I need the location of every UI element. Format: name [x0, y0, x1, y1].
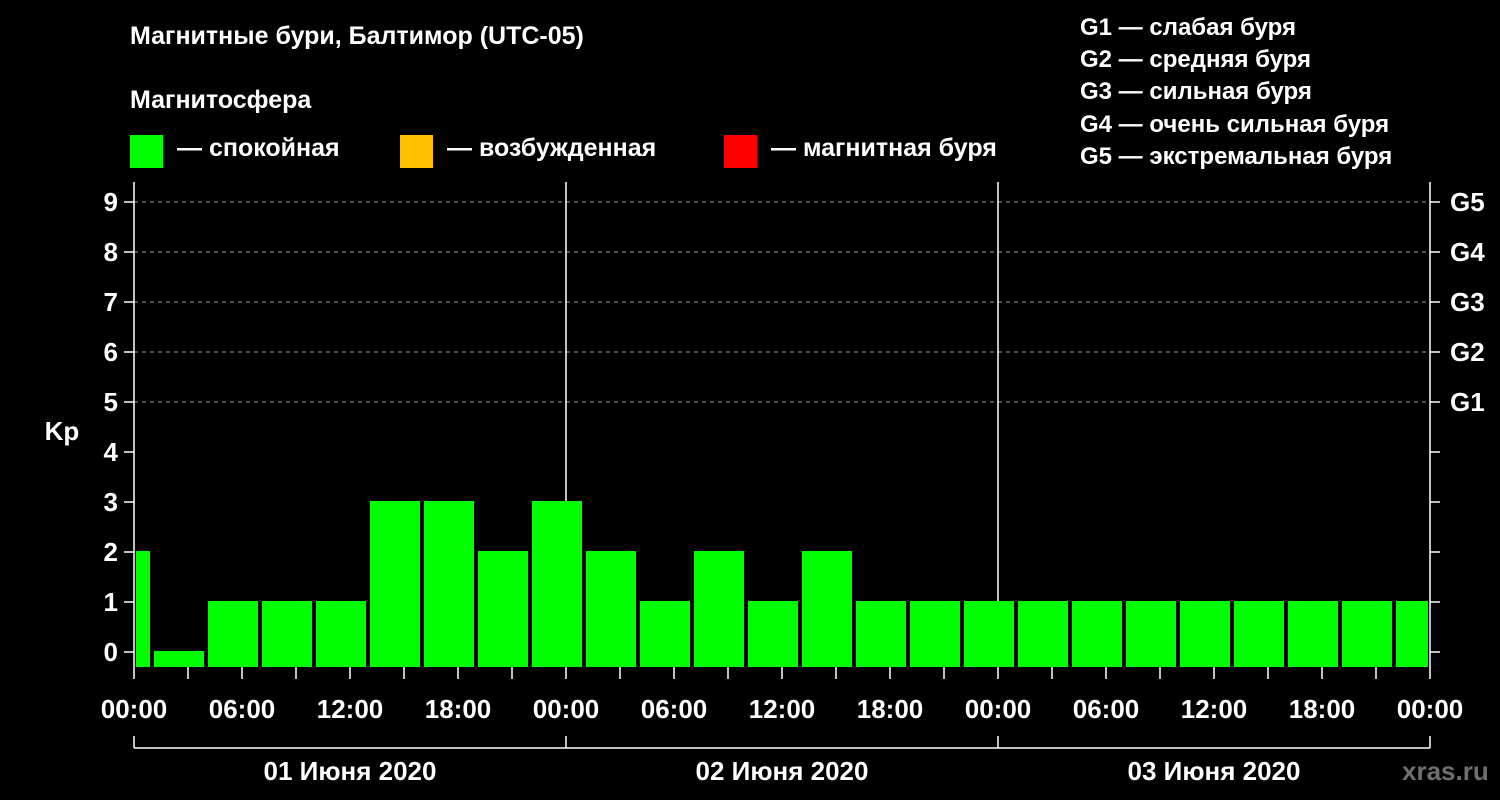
g-scale-label: G2	[1450, 337, 1485, 367]
kp-bar	[1126, 601, 1176, 667]
x-tick-label: 18:00	[857, 694, 924, 724]
y-tick-label: 0	[104, 637, 118, 667]
g-scale-label: G5	[1450, 187, 1485, 217]
g-scale-label: G4	[1450, 237, 1485, 267]
kp-bar	[640, 601, 690, 667]
y-tick-label: 2	[104, 537, 118, 567]
kp-bar	[208, 601, 258, 667]
x-tick-label: 12:00	[749, 694, 816, 724]
kp-bar	[1234, 601, 1284, 667]
y-tick-label: 6	[104, 337, 118, 367]
x-tick-label: 00:00	[101, 694, 168, 724]
kp-bar	[910, 601, 960, 667]
g-scale-label: G1	[1450, 387, 1485, 417]
kp-bar	[1288, 601, 1338, 667]
watermark: xras.ru	[1402, 756, 1489, 786]
kp-bar	[1072, 601, 1122, 667]
x-tick-label: 12:00	[1181, 694, 1248, 724]
kp-bar	[316, 601, 366, 667]
kp-bar	[694, 551, 744, 667]
kp-bar	[856, 601, 906, 667]
y-axis-label: Kp	[45, 416, 80, 446]
x-tick-label: 06:00	[641, 694, 708, 724]
x-tick-label: 06:00	[209, 694, 276, 724]
kp-bar	[1396, 601, 1428, 667]
y-tick-label: 9	[104, 187, 118, 217]
kp-bar	[1180, 601, 1230, 667]
x-tick-label: 00:00	[965, 694, 1032, 724]
kp-bar	[262, 601, 312, 667]
y-tick-label: 4	[104, 437, 119, 467]
kp-bar	[154, 651, 204, 667]
y-tick-label: 3	[104, 487, 118, 517]
y-tick-label: 5	[104, 387, 118, 417]
y-tick-label: 7	[104, 287, 118, 317]
day-label: 03 Июня 2020	[1128, 756, 1301, 786]
day-label: 02 Июня 2020	[696, 756, 869, 786]
x-tick-label: 18:00	[1289, 694, 1356, 724]
kp-bar	[1342, 601, 1392, 667]
y-tick-label: 8	[104, 237, 118, 267]
x-tick-label: 00:00	[1397, 694, 1464, 724]
kp-bar	[586, 551, 636, 667]
kp-bar	[802, 551, 852, 667]
kp-bar	[478, 551, 528, 667]
g-scale-label: G3	[1450, 287, 1485, 317]
kp-bar	[1018, 601, 1068, 667]
kp-bar	[424, 501, 474, 667]
kp-bar	[964, 601, 1014, 667]
kp-bar	[532, 501, 582, 667]
kp-bar	[748, 601, 798, 667]
kp-bar-chart: 0 1 2 3 4 5 6 7 8 9 G1 G2 G3 G4 G5 Kp 00:00 06:00 12:00 18:…	[45, 182, 1485, 786]
day-label: 01 Июня 2020	[264, 756, 437, 786]
x-tick-label: 00:00	[533, 694, 600, 724]
y-tick-label: 1	[104, 587, 118, 617]
x-tick-label: 06:00	[1073, 694, 1140, 724]
x-tick-label: 12:00	[317, 694, 384, 724]
x-tick-label: 18:00	[425, 694, 492, 724]
kp-bar	[136, 551, 150, 667]
kp-bar	[370, 501, 420, 667]
